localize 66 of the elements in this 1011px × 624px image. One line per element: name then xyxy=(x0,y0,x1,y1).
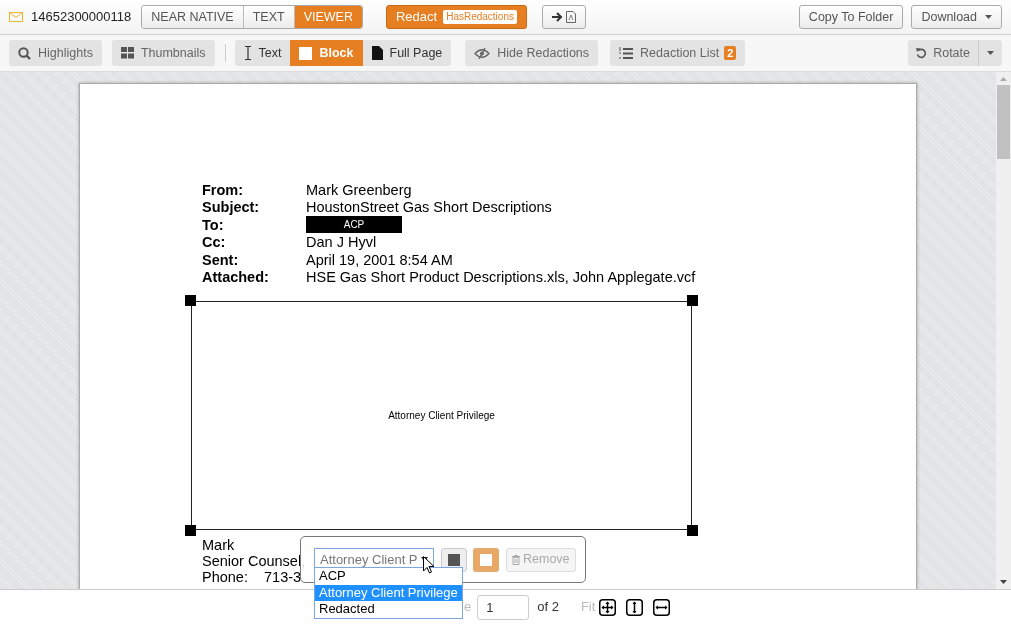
field-value: HoustonStreet Gas Short Descriptions xyxy=(306,199,553,217)
copy-to-folder-button[interactable]: Copy To Folder xyxy=(798,5,904,29)
reason-option[interactable]: Redacted xyxy=(315,601,462,618)
eye-slash-icon xyxy=(474,47,491,59)
redaction-mode-tab[interactable]: Block xyxy=(290,40,363,66)
page-number-field[interactable]: 1 xyxy=(477,594,530,620)
hide-redactions-button[interactable]: Hide Redactions xyxy=(465,40,599,66)
field-label: Subject: xyxy=(202,199,261,217)
reason-option[interactable]: Attorney Client Privilege xyxy=(315,584,462,601)
scrollbar[interactable] xyxy=(996,72,1011,589)
field-label: To: xyxy=(202,216,225,235)
text-cursor-icon xyxy=(243,46,252,60)
signature-value: 713-3 xyxy=(264,569,302,586)
field-value: Mark Greenberg xyxy=(306,182,413,200)
fit-all-icon[interactable] xyxy=(599,598,617,616)
scroll-up-icon xyxy=(1000,77,1007,81)
field-label: Attached: xyxy=(202,269,270,287)
numbered-list-icon xyxy=(619,46,634,60)
grid-icon xyxy=(120,47,134,59)
count-badge: 2 xyxy=(724,46,737,60)
field-value: HSE Gas Short Product Descriptions.xls, John Applegate.vcf xyxy=(306,269,697,287)
redaction-list-button[interactable]: Redaction List 2 xyxy=(610,40,746,66)
view-mode-tab[interactable]: NEAR NATIVE xyxy=(142,6,243,28)
resize-handle[interactable] xyxy=(185,295,196,307)
redaction-mode-tab[interactable]: Text xyxy=(234,40,291,66)
search-icon xyxy=(18,46,31,60)
document-icon xyxy=(565,11,576,23)
field-label: Sent: xyxy=(202,251,240,270)
resize-handle[interactable] xyxy=(687,525,698,537)
redact-button[interactable]: Redact HasRedactions xyxy=(385,5,527,29)
export-pdf-button[interactable] xyxy=(541,5,586,29)
resize-handle[interactable] xyxy=(185,525,196,537)
highlights-button[interactable]: Highlights xyxy=(9,40,102,66)
field-value: April 19, 2001 8:54 AM xyxy=(306,251,454,270)
file-icon xyxy=(371,46,383,60)
signature-line: Senior Counsel, xyxy=(202,553,306,570)
signature-label: Phone: xyxy=(202,569,249,586)
field-label: Cc: xyxy=(202,234,227,252)
redaction-badge: HasRedactions xyxy=(443,10,517,24)
redaction-box[interactable]: Attorney Client Privilege xyxy=(191,301,692,531)
envelope-icon xyxy=(9,12,23,22)
download-dropdown[interactable]: Download xyxy=(911,5,1002,29)
view-mode-tab[interactable]: VIEWER xyxy=(293,6,362,28)
caret-icon xyxy=(985,15,992,19)
page-label: e xyxy=(464,598,472,617)
rotate-icon xyxy=(916,47,928,59)
page-count: of 2 xyxy=(537,598,559,617)
resize-handle[interactable] xyxy=(687,295,698,307)
fit-label: Fit xyxy=(580,598,596,617)
square-icon xyxy=(299,46,313,60)
fit-width-icon[interactable] xyxy=(653,598,671,616)
record-id: 14652300000118 xyxy=(31,8,132,27)
redaction-mode-tab[interactable]: Full Page xyxy=(362,40,452,66)
arrow-right-icon xyxy=(551,12,564,22)
scrollbar-thumb[interactable] xyxy=(997,85,1010,159)
trash-icon xyxy=(512,554,520,565)
caret-icon xyxy=(987,51,994,55)
field-label: From: xyxy=(202,182,245,200)
thumbnails-button[interactable]: Thumbnails xyxy=(111,40,215,66)
fit-height-icon[interactable] xyxy=(626,598,644,616)
redaction-label: Attorney Client Privilege xyxy=(388,409,495,424)
redaction-bar: ACP xyxy=(306,215,402,233)
scroll-down-icon xyxy=(1000,580,1007,584)
field-value: Dan J Hyvl xyxy=(306,234,378,252)
signature-line: Mark xyxy=(202,537,235,554)
view-mode-tab[interactable]: TEXT xyxy=(242,6,294,28)
